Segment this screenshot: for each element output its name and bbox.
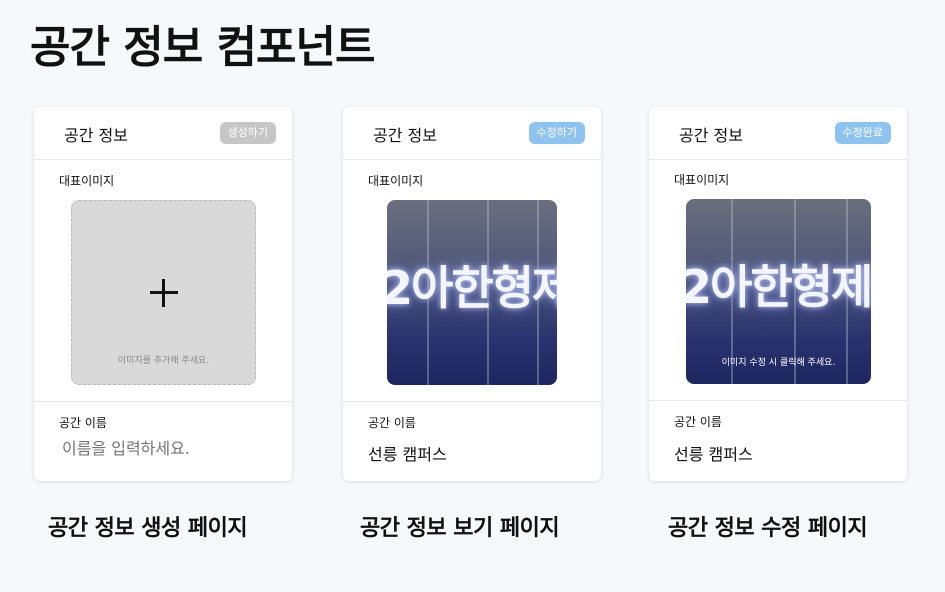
- space-name-input[interactable]: [62, 439, 262, 458]
- card-title: 공간 정보: [373, 126, 437, 145]
- space-name-value: 선릉 캠퍼스: [674, 445, 753, 464]
- space-info-edit-card: 공간 정보 수정완료 대표이미지 2아한형제들 이미지 수정 시 클릭해 주세요…: [649, 107, 907, 481]
- sign-text: 2아한형제들: [387, 261, 557, 315]
- create-page-caption: 공간 정보 생성 페이지: [48, 516, 248, 541]
- image-upload-hint: 이미지를 추가해 주세요.: [117, 356, 210, 366]
- card-header: 공간 정보 생성하기: [34, 107, 292, 160]
- divider: [649, 400, 907, 401]
- sign-text: 2아한형제들: [686, 260, 871, 314]
- image-section-label: 대표이미지: [368, 174, 424, 188]
- representative-image: 2아한형제들: [387, 200, 557, 385]
- name-section-label: 공간 이름: [368, 416, 416, 430]
- divider: [34, 401, 292, 402]
- name-section-label: 공간 이름: [59, 416, 107, 430]
- space-name-value: 선릉 캠퍼스: [368, 445, 447, 464]
- page-title: 공간 정보 컴포넌트: [30, 22, 375, 73]
- office-sign-photo: 2아한형제들: [387, 200, 557, 385]
- edit-button[interactable]: 수정하기: [528, 122, 585, 144]
- card-title: 공간 정보: [679, 126, 743, 145]
- edit-page-caption: 공간 정보 수정 페이지: [668, 516, 868, 541]
- create-button[interactable]: 생성하기: [219, 122, 276, 144]
- space-info-create-card: 공간 정보 생성하기 대표이미지 이미지를 추가해 주세요. 공간 이름: [34, 107, 292, 481]
- divider: [343, 401, 601, 402]
- card-header: 공간 정보 수정완료: [649, 107, 907, 160]
- card-title: 공간 정보: [64, 126, 128, 145]
- image-section-label: 대표이미지: [674, 173, 730, 187]
- view-page-caption: 공간 정보 보기 페이지: [360, 516, 560, 541]
- image-section-label: 대표이미지: [59, 174, 115, 188]
- representative-image-editable[interactable]: 2아한형제들 이미지 수정 시 클릭해 주세요.: [686, 199, 871, 384]
- card-header: 공간 정보 수정하기: [343, 107, 601, 160]
- space-info-view-card: 공간 정보 수정하기 대표이미지 2아한형제들 공간 이름 선릉 캠퍼스: [343, 107, 601, 481]
- plus-icon: [149, 279, 178, 307]
- name-section-label: 공간 이름: [674, 415, 722, 429]
- image-upload-area[interactable]: 이미지를 추가해 주세요.: [71, 200, 256, 385]
- image-edit-hint: 이미지 수정 시 클릭해 주세요.: [721, 358, 836, 368]
- save-button[interactable]: 수정완료: [834, 122, 891, 144]
